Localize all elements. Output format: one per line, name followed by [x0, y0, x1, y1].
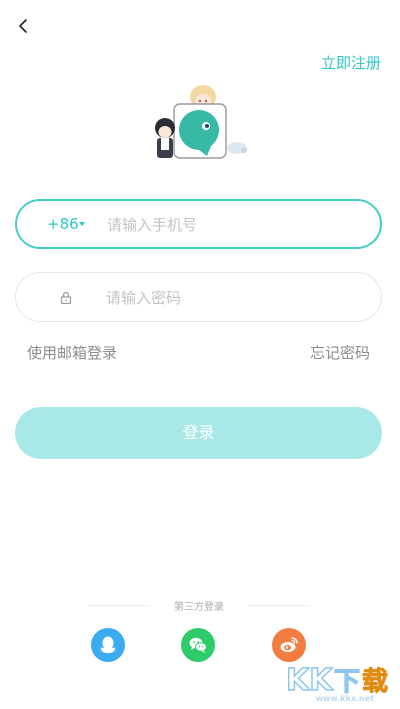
app-mascot-logo — [155, 85, 247, 159]
qq-penguin-icon — [100, 636, 116, 654]
country-code-selector[interactable]: +86 — [47, 215, 79, 233]
caret-down-icon[interactable] — [79, 222, 85, 226]
qq-login-button[interactable] — [91, 628, 125, 662]
phone-input[interactable] — [105, 201, 369, 249]
svg-text:载: 载 — [362, 667, 388, 697]
watermark-url: www.kkx.net — [315, 694, 374, 703]
divider-right — [248, 605, 310, 606]
third-party-login-title: 第三方登录 — [174, 602, 224, 613]
forgot-password-link[interactable]: 忘记密码 — [310, 342, 370, 363]
register-link[interactable]: 立即注册 — [321, 52, 381, 73]
password-field — [15, 272, 382, 323]
wechat-chat-icon — [189, 637, 207, 653]
svg-text:下: 下 — [334, 667, 360, 697]
password-input[interactable] — [104, 273, 368, 323]
divider-left — [88, 605, 150, 606]
phone-field: +86 — [15, 199, 382, 249]
lock-icon — [60, 291, 72, 304]
back-chevron-icon[interactable] — [14, 14, 36, 38]
svg-text:KK: KK — [286, 663, 334, 698]
wechat-login-button[interactable] — [181, 628, 215, 662]
login-button[interactable]: 登录 — [15, 407, 382, 459]
weibo-eye-icon — [280, 637, 298, 652]
email-login-link[interactable]: 使用邮箱登录 — [27, 342, 117, 363]
